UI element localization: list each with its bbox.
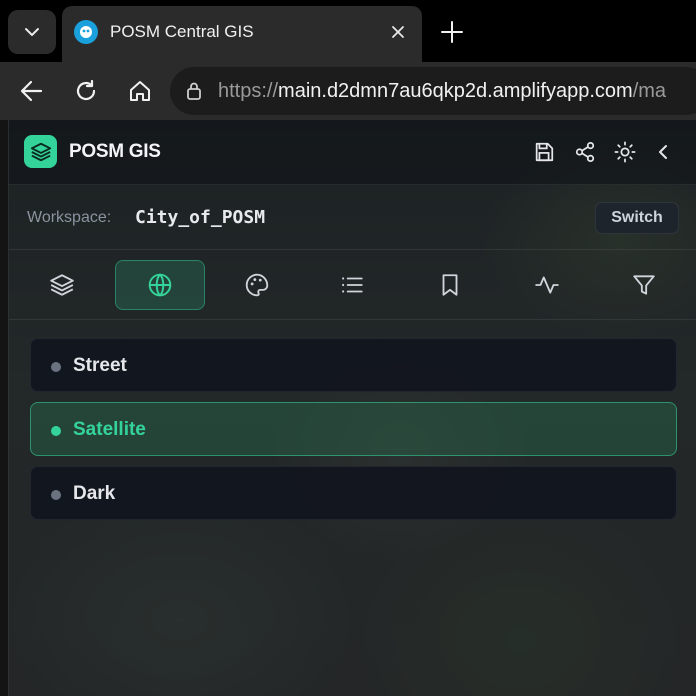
layers-logo-icon: [24, 135, 57, 168]
new-tab-button[interactable]: [432, 12, 472, 52]
plus-icon: [441, 21, 463, 43]
panel-header: POSM GIS: [9, 120, 696, 185]
chevron-left-icon: [659, 145, 667, 159]
filter-icon: [633, 275, 655, 295]
switch-workspace-button[interactable]: Switch: [595, 202, 679, 234]
theme-toggle-button[interactable]: [610, 137, 640, 167]
home-button[interactable]: [120, 71, 160, 111]
lock-icon[interactable]: [184, 81, 204, 101]
save-icon: [535, 142, 554, 162]
basemap-indicator-dot: [51, 490, 61, 500]
browser-tab[interactable]: POSM Central GIS: [62, 6, 422, 62]
save-button[interactable]: [529, 137, 559, 167]
url-path: /ma: [632, 80, 667, 102]
tab-list-button[interactable]: [8, 10, 56, 54]
activity-icon: [535, 276, 559, 294]
reload-icon: [76, 79, 96, 101]
basemap-label: Street: [73, 355, 127, 376]
tab-legend[interactable]: [307, 260, 397, 310]
basemap-label: Satellite: [73, 419, 146, 440]
tab-basemaps[interactable]: [115, 260, 205, 310]
tab-styles[interactable]: [212, 260, 302, 310]
site-favicon-icon: [74, 20, 98, 44]
gis-side-panel: POSM GIS Workspace: City_of_POSM Switch: [8, 120, 696, 696]
home-icon: [130, 81, 150, 101]
workspace-row: Workspace: City_of_POSM Switch: [9, 186, 696, 250]
tab-activity[interactable]: [502, 260, 592, 310]
basemap-option-satellite[interactable]: Satellite: [30, 402, 677, 456]
basemap-option-dark[interactable]: Dark: [30, 466, 677, 520]
basemap-label: Dark: [73, 483, 116, 504]
browser-tabstrip: POSM Central GIS: [0, 0, 696, 62]
reload-button[interactable]: [66, 71, 106, 111]
workspace-label: Workspace:: [27, 209, 112, 226]
close-icon: [392, 26, 404, 38]
page-edge: [0, 120, 8, 696]
sun-icon: [614, 141, 636, 163]
panel-tab-bar: [9, 251, 696, 320]
layers-icon: [50, 274, 74, 296]
address-bar[interactable]: https://main.d2dmn7au6qkp2d.amplifyapp.c…: [170, 67, 696, 115]
url-text: https://main.d2dmn7au6qkp2d.amplifyapp.c…: [218, 80, 666, 103]
list-icon: [342, 277, 363, 293]
collapse-panel-button[interactable]: [649, 137, 679, 167]
map-canvas[interactable]: POSM GIS Workspace: City_of_POSM Switch: [0, 120, 696, 696]
tab-close-button[interactable]: [384, 18, 412, 46]
chevron-down-icon: [25, 28, 39, 36]
palette-icon: [245, 273, 269, 297]
tab-bookmarks[interactable]: [405, 260, 495, 310]
basemap-indicator-dot: [51, 426, 61, 436]
basemap-list: Street Satellite Dark: [30, 338, 677, 530]
url-host: main.d2dmn7au6qkp2d.amplifyapp.com: [278, 80, 633, 102]
tab-filter[interactable]: [599, 260, 689, 310]
workspace-name: City_of_POSM: [135, 207, 266, 228]
basemap-indicator-dot: [51, 362, 61, 372]
url-scheme: https://: [218, 80, 279, 102]
tab-title: POSM Central GIS: [110, 22, 254, 41]
bookmark-icon: [442, 274, 458, 296]
arrow-left-icon: [20, 80, 43, 102]
basemap-option-street[interactable]: Street: [30, 338, 677, 392]
tab-layers[interactable]: [17, 260, 107, 310]
share-icon: [575, 141, 595, 163]
browser-navbar: https://main.d2dmn7au6qkp2d.amplifyapp.c…: [0, 62, 696, 120]
share-button[interactable]: [570, 137, 600, 167]
back-button[interactable]: [12, 71, 52, 111]
app-title: POSM GIS: [69, 141, 161, 162]
globe-icon: [148, 273, 172, 297]
